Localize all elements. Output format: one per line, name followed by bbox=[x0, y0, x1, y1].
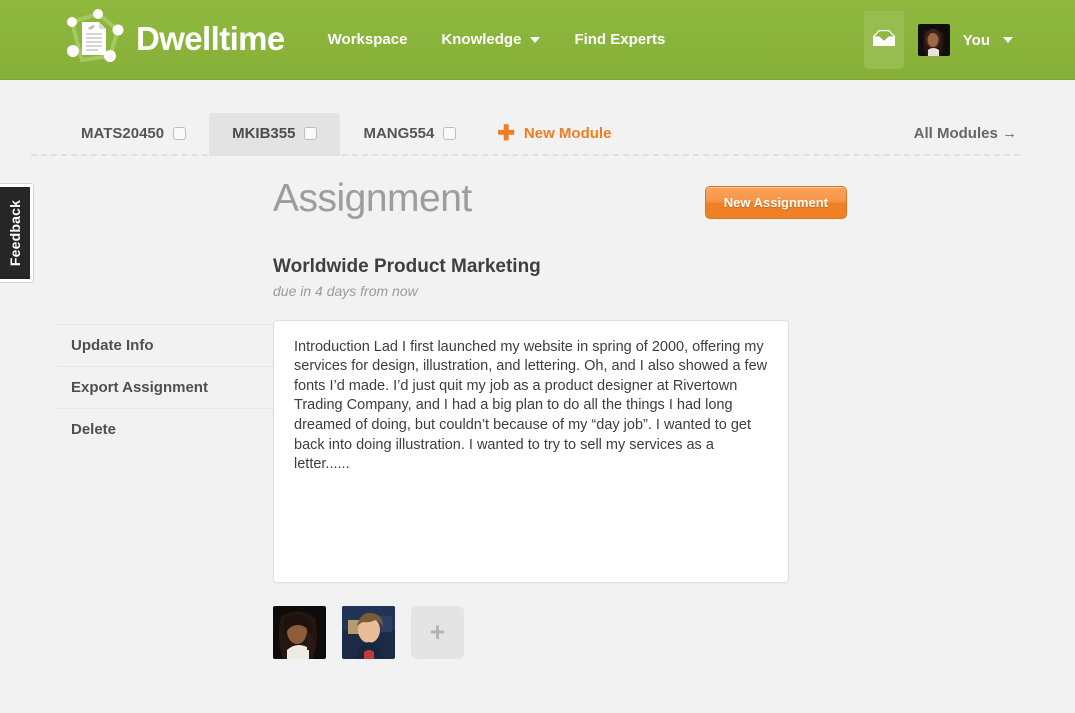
module-tabbar: MATS20450 MKIB355 MANG554 ✚ New Module A… bbox=[0, 80, 1075, 156]
module-tabs: MATS20450 MKIB355 MANG554 ✚ New Module bbox=[58, 113, 623, 156]
inbox-tray-icon bbox=[871, 28, 897, 53]
primary-nav: Workspace Knowledge Find Experts bbox=[311, 21, 683, 58]
user-menu-label: You bbox=[963, 32, 990, 49]
nav-item-label: Workspace bbox=[328, 31, 408, 48]
assignment-sidemenu: Update Info Export Assignment Delete bbox=[58, 320, 273, 450]
assignment-title: Worldwide Product Marketing bbox=[273, 256, 1075, 279]
brand-name: Dwelltime bbox=[136, 22, 285, 57]
assignment-body-card: Introduction Lad I first launched my web… bbox=[273, 320, 789, 583]
new-module-label: New Module bbox=[524, 125, 612, 142]
collaborator-avatar-1[interactable] bbox=[273, 606, 326, 659]
new-module-button[interactable]: ✚ New Module bbox=[479, 113, 623, 156]
avatar bbox=[918, 24, 950, 56]
sidebar-item-update-info[interactable]: Update Info bbox=[58, 324, 273, 367]
module-tab-label: MANG554 bbox=[363, 125, 434, 142]
module-tab-label: MKIB355 bbox=[232, 125, 295, 142]
module-tab-mats20450[interactable]: MATS20450 bbox=[58, 113, 209, 156]
content-body: Update Info Export Assignment Delete Int… bbox=[58, 320, 1075, 659]
brand-logo[interactable]: Dwelltime bbox=[58, 8, 285, 72]
sidebar-item-export-assignment[interactable]: Export Assignment bbox=[58, 367, 273, 409]
nav-item-label: Knowledge bbox=[441, 31, 521, 48]
assignment-due: due in 4 days from now bbox=[273, 283, 1075, 299]
nav-item-find-experts[interactable]: Find Experts bbox=[557, 21, 682, 58]
module-tab-mkib355[interactable]: MKIB355 bbox=[209, 113, 340, 156]
header-right-controls: You bbox=[864, 0, 1075, 80]
plus-icon: ✚ bbox=[497, 127, 515, 141]
collaborators-row: + bbox=[273, 606, 1075, 659]
main-content: Assignment New Assignment Worldwide Prod… bbox=[0, 156, 1075, 659]
module-tab-mang554[interactable]: MANG554 bbox=[340, 113, 479, 156]
module-checkbox[interactable] bbox=[173, 127, 186, 140]
page-title: Assignment bbox=[273, 178, 1075, 221]
all-modules-link[interactable]: All Modules → bbox=[914, 113, 1017, 156]
chevron-down-icon bbox=[1003, 37, 1013, 43]
inbox-button[interactable] bbox=[864, 11, 904, 69]
document-network-logo-icon bbox=[58, 8, 128, 72]
assignment-body-text: Introduction Lad I first launched my web… bbox=[294, 338, 768, 475]
module-tab-label: MATS20450 bbox=[81, 125, 164, 142]
module-checkbox[interactable] bbox=[304, 127, 317, 140]
content-header: Assignment New Assignment Worldwide Prod… bbox=[58, 156, 1075, 299]
module-checkbox[interactable] bbox=[443, 127, 456, 140]
user-menu[interactable]: You bbox=[918, 24, 1013, 56]
collaborator-avatar-2[interactable] bbox=[342, 606, 395, 659]
site-header: Dwelltime Workspace Knowledge Find Exper… bbox=[0, 0, 1075, 80]
nav-item-workspace[interactable]: Workspace bbox=[311, 21, 425, 58]
sidebar-item-delete[interactable]: Delete bbox=[58, 409, 273, 450]
chevron-down-icon bbox=[530, 37, 540, 43]
nav-item-label: Find Experts bbox=[574, 31, 665, 48]
new-assignment-button[interactable]: New Assignment bbox=[705, 186, 847, 219]
nav-item-knowledge[interactable]: Knowledge bbox=[424, 21, 557, 58]
add-collaborator-button[interactable]: + bbox=[411, 606, 464, 659]
assignment-detail: Introduction Lad I first launched my web… bbox=[273, 320, 1075, 659]
